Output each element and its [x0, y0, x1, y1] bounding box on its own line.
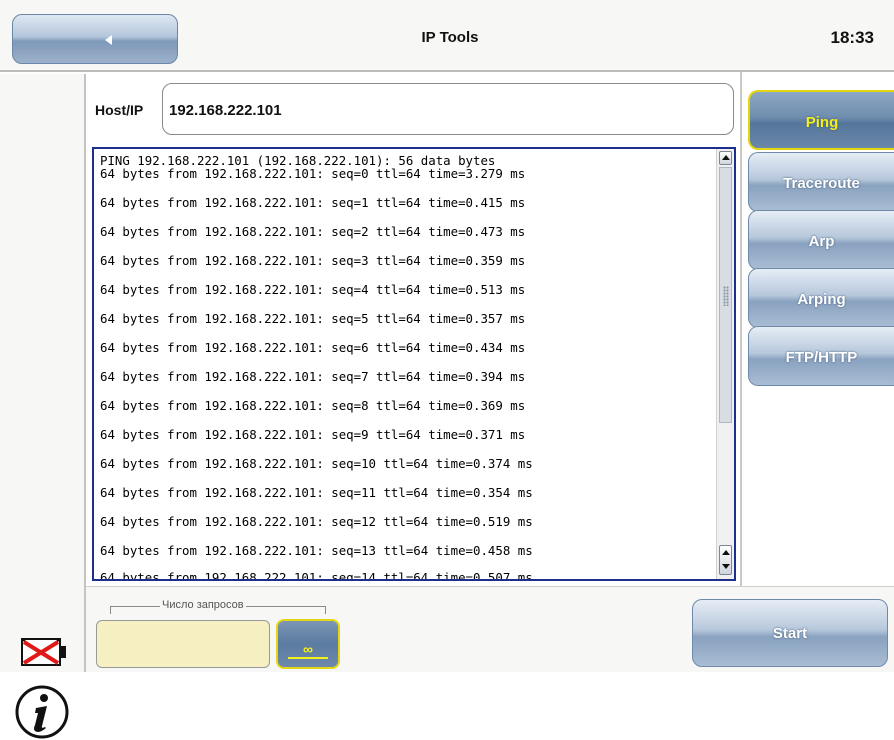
- tab-traceroute[interactable]: Traceroute: [748, 152, 894, 212]
- left-rail: [0, 74, 86, 739]
- start-button[interactable]: Start: [692, 599, 888, 667]
- output-line: 64 bytes from 192.168.222.101: seq=13 tt…: [100, 543, 533, 558]
- tab-arping[interactable]: Arping: [748, 268, 894, 328]
- grip-icon: [723, 286, 729, 306]
- requests-count-input[interactable]: [96, 620, 270, 668]
- ip-tools-screen: IP Tools 18:33 Host/IP 192.168.222.101 P…: [0, 0, 894, 739]
- output-line: 64 bytes from 192.168.222.101: seq=10 tt…: [100, 456, 533, 471]
- scroll-arrows[interactable]: [719, 545, 732, 575]
- output-line: 64 bytes from 192.168.222.101: seq=6 ttl…: [100, 340, 526, 355]
- scroll-up-icon[interactable]: [719, 151, 732, 165]
- output-scrollbar[interactable]: [716, 149, 734, 579]
- output-line: 64 bytes from 192.168.222.101: seq=8 ttl…: [100, 398, 526, 413]
- tab-ftp-http[interactable]: FTP/HTTP: [748, 326, 894, 386]
- header-bar: IP Tools 18:33: [0, 0, 894, 72]
- output-line: 64 bytes from 192.168.222.101: seq=4 ttl…: [100, 282, 526, 297]
- back-arrow-icon: [105, 35, 112, 45]
- output-line: 64 bytes from 192.168.222.101: seq=0 ttl…: [100, 166, 526, 181]
- mail-error-icon[interactable]: [20, 634, 68, 670]
- output-line: 64 bytes from 192.168.222.101: seq=3 ttl…: [100, 253, 526, 268]
- output-line: 64 bytes from 192.168.222.101: seq=1 ttl…: [100, 195, 526, 210]
- toggle-indicator: [288, 657, 328, 659]
- output-line: 64 bytes from 192.168.222.101: seq=9 ttl…: [100, 427, 526, 442]
- scroll-up-small-icon[interactable]: [722, 550, 730, 555]
- back-button[interactable]: [12, 14, 178, 64]
- scroll-thumb[interactable]: [719, 167, 732, 423]
- infinity-icon: ∞: [303, 641, 313, 657]
- clock: 18:33: [830, 28, 874, 47]
- scroll-down-icon[interactable]: [722, 564, 730, 569]
- output-line: 64 bytes from 192.168.222.101: seq=14 tt…: [100, 570, 533, 581]
- page-title: IP Tools: [421, 29, 479, 46]
- output-line: 64 bytes from 192.168.222.101: seq=5 ttl…: [100, 311, 526, 326]
- requests-group-label: Число запросов: [160, 599, 246, 611]
- host-label: Host/IP: [95, 102, 144, 118]
- output-line: 64 bytes from 192.168.222.101: seq=7 ttl…: [100, 369, 526, 384]
- ping-output[interactable]: PING 192.168.222.101 (192.168.222.101): …: [92, 147, 736, 581]
- info-icon[interactable]: [14, 684, 70, 740]
- tab-ping[interactable]: Ping: [748, 90, 894, 150]
- tab-arp[interactable]: Arp: [748, 210, 894, 270]
- tool-tabs: Ping Traceroute Arp Arping FTP/HTTP: [740, 72, 894, 602]
- output-line: 64 bytes from 192.168.222.101: seq=12 tt…: [100, 514, 533, 529]
- output-line: 64 bytes from 192.168.222.101: seq=2 ttl…: [100, 224, 526, 239]
- output-line: 64 bytes from 192.168.222.101: seq=11 tt…: [100, 485, 533, 500]
- host-input[interactable]: 192.168.222.101: [162, 83, 734, 135]
- infinite-requests-toggle[interactable]: ∞: [276, 619, 340, 669]
